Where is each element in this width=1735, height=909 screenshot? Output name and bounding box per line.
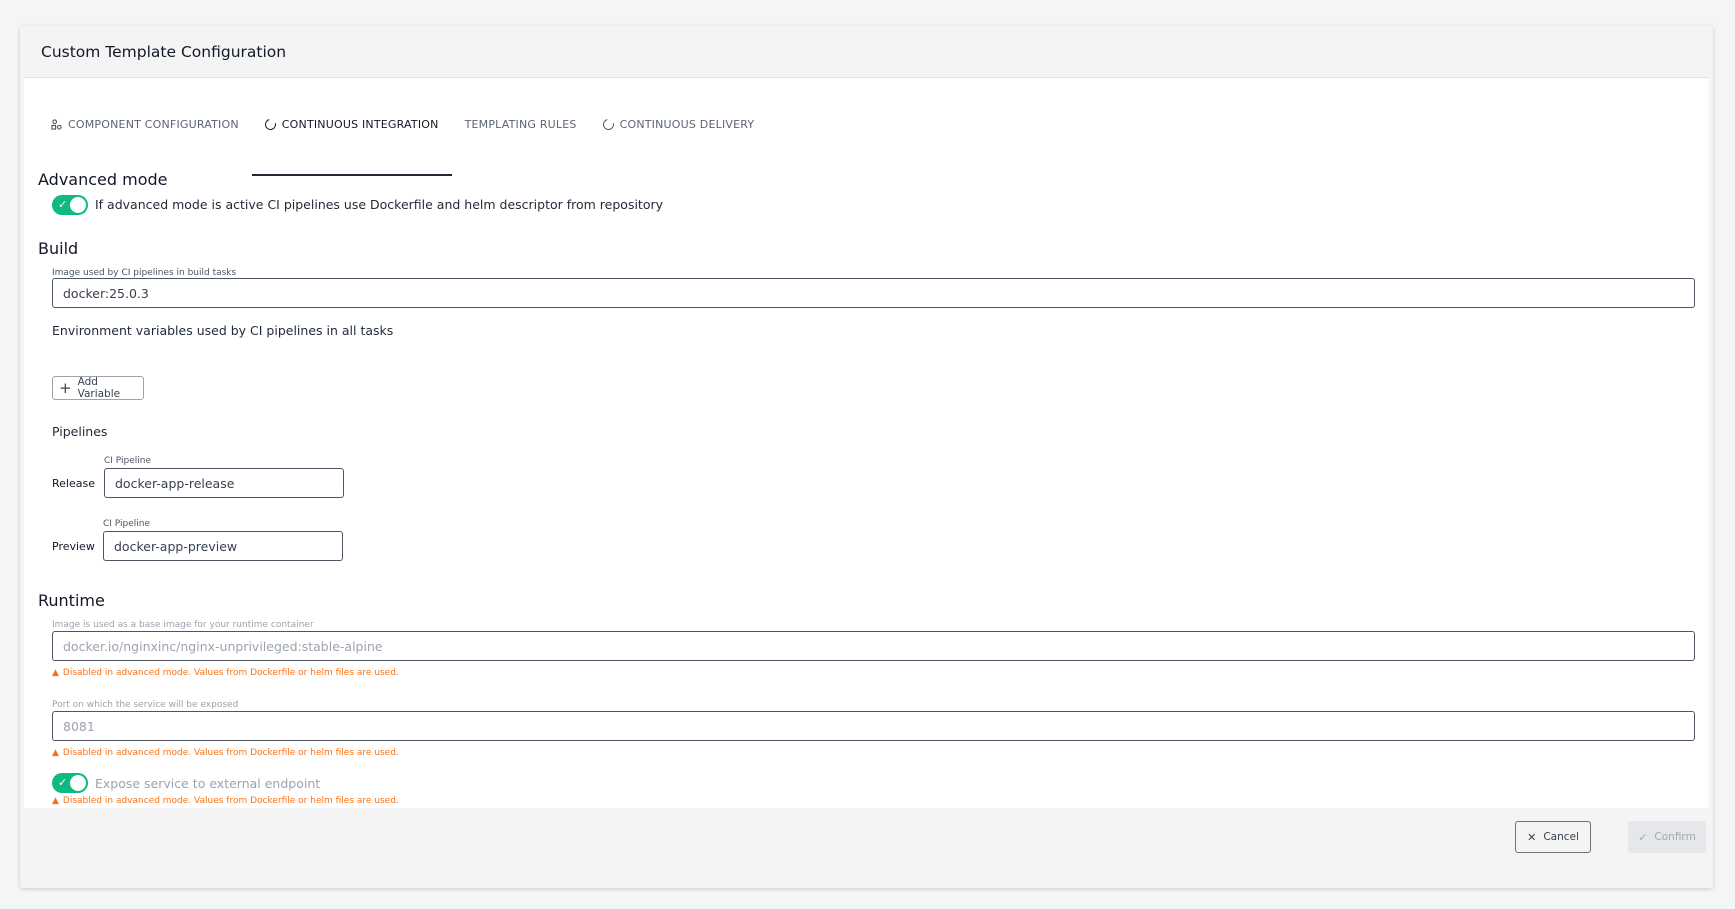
release-label: Release — [52, 477, 95, 490]
release-field-label: CI Pipeline — [104, 456, 152, 466]
cancel-button[interactable]: ✕ Cancel — [1515, 821, 1591, 853]
advanced-mode-toggle[interactable]: ✓ — [52, 195, 88, 215]
preview-label: Preview — [52, 540, 95, 553]
tab-continuous-integration[interactable]: CONTINUOUS INTEGRATION — [251, 75, 452, 176]
confirm-label: Confirm — [1654, 831, 1696, 843]
check-icon: ✓ — [58, 198, 68, 211]
component-icon — [51, 118, 62, 130]
expose-warning: ▲ Disabled in advanced mode. Values from… — [52, 796, 399, 806]
tab-bar: COMPONENT CONFIGURATION CONTINUOUS INTEG… — [24, 78, 767, 176]
add-variable-button[interactable]: + Add Variable — [52, 376, 144, 400]
tab-component-configuration[interactable]: COMPONENT CONFIGURATION — [38, 75, 252, 173]
warning-text: Disabled in advanced mode. Values from D… — [62, 748, 399, 758]
build-title: Build — [38, 239, 79, 258]
check-icon: ✓ — [1638, 830, 1648, 844]
pipelines-title: Pipelines — [52, 424, 108, 439]
close-icon: ✕ — [1527, 830, 1537, 844]
toggle-knob — [70, 775, 86, 791]
release-pipeline-input[interactable]: docker-app-release — [104, 468, 344, 498]
port-input[interactable]: 8081 — [52, 711, 1695, 741]
preview-field-label: CI Pipeline — [103, 519, 151, 529]
build-image-label: Image used by CI pipelines in build task… — [52, 268, 237, 278]
confirm-button[interactable]: ✓ Confirm — [1628, 821, 1706, 853]
advanced-mode-title: Advanced mode — [38, 170, 168, 189]
cancel-label: Cancel — [1543, 831, 1579, 843]
warning-text: Disabled in advanced mode. Values from D… — [62, 668, 399, 678]
tab-label: TEMPLATING RULES — [464, 117, 577, 131]
build-image-input[interactable]: docker:25.0.3 — [52, 278, 1695, 308]
port-warning: ▲ Disabled in advanced mode. Values from… — [52, 748, 399, 758]
runtime-title: Runtime — [38, 591, 105, 610]
warning-text: Disabled in advanced mode. Values from D… — [62, 796, 399, 806]
env-variables-label: Environment variables used by CI pipelin… — [52, 323, 394, 338]
advanced-mode-label: If advanced mode is active CI pipelines … — [95, 197, 664, 212]
add-variable-label: Add Variable — [77, 376, 121, 400]
tab-label: CONTINUOUS INTEGRATION — [281, 117, 439, 131]
plus-icon: + — [59, 378, 72, 397]
dialog-header: Custom Template Configuration — [24, 26, 1709, 78]
preview-pipeline-input[interactable]: docker-app-preview — [103, 531, 343, 561]
runtime-image-input[interactable]: docker.io/nginxinc/nginx-unprivileged:st… — [52, 631, 1695, 661]
runtime-image-warning: ▲ Disabled in advanced mode. Values from… — [52, 668, 399, 678]
warning-icon: ▲ — [52, 668, 59, 678]
warning-icon: ▲ — [52, 796, 59, 806]
tab-templating-rules[interactable]: TEMPLATING RULES — [452, 75, 590, 173]
toggle-knob — [70, 197, 86, 213]
circle-icon — [600, 116, 616, 132]
expose-service-label: Expose service to external endpoint — [95, 776, 321, 791]
circle-icon — [262, 116, 278, 132]
runtime-image-label: Image is used as a base image for your r… — [52, 620, 314, 630]
warning-icon: ▲ — [52, 748, 59, 758]
template-dialog: Custom Template Configuration COMPONENT … — [20, 26, 1713, 888]
tab-label: CONTINUOUS DELIVERY — [619, 117, 755, 131]
tab-continuous-delivery[interactable]: CONTINUOUS DELIVERY — [590, 75, 768, 173]
expose-service-toggle[interactable]: ✓ — [52, 773, 88, 793]
config-panel: COMPONENT CONFIGURATION CONTINUOUS INTEG… — [24, 78, 1709, 808]
port-label: Port on which the service will be expose… — [52, 700, 239, 710]
dialog-title: Custom Template Configuration — [41, 42, 287, 61]
check-icon: ✓ — [58, 776, 68, 789]
tab-label: COMPONENT CONFIGURATION — [68, 117, 239, 131]
